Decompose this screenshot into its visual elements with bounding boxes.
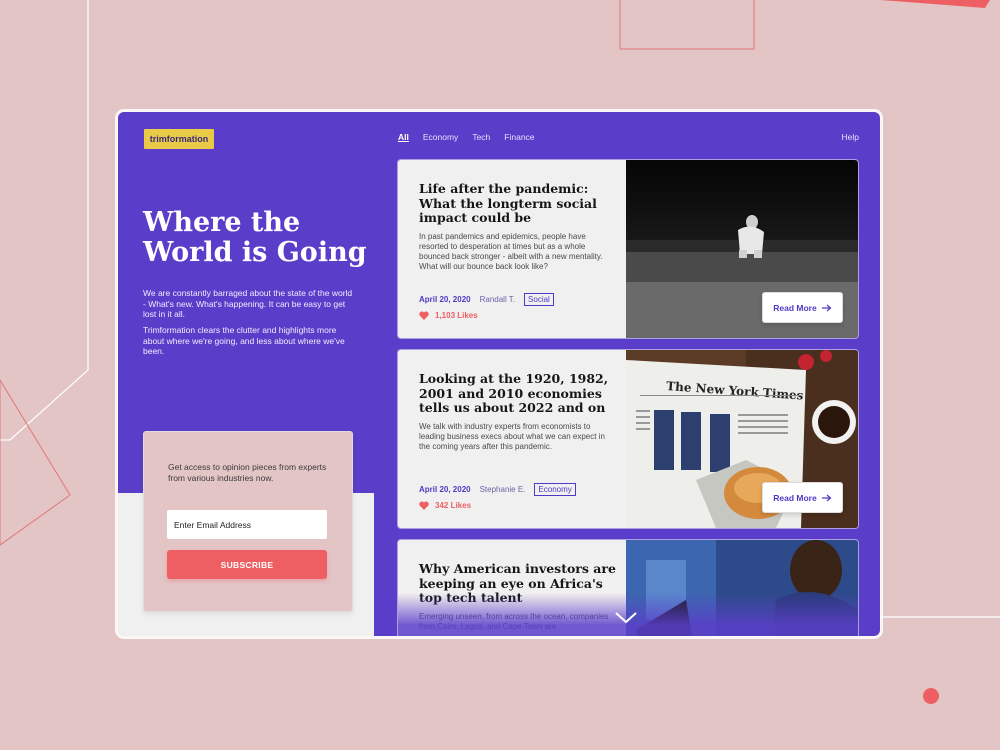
article-tag[interactable]: Economy (534, 483, 576, 496)
article-meta: April 20, 2020 Randall T. Social (419, 293, 554, 306)
article-date: April 20, 2020 (419, 485, 471, 494)
article-summary: Emerging unseen, from across the ocean, … (419, 611, 609, 631)
subscribe-text: Get access to opinion pieces from expert… (168, 462, 327, 483)
article-title[interactable]: Life after the pandemic: What the longte… (419, 181, 619, 226)
article-card[interactable]: Looking at the 1920, 1982, 2001 and 2010… (398, 350, 858, 528)
hero-paragraph-1: We are constantly barraged about the sta… (143, 288, 353, 319)
article-text: Life after the pandemic: What the longte… (419, 181, 619, 272)
hero-panel: trimformation Where the World is Going W… (118, 112, 374, 636)
arrow-right-icon (821, 304, 832, 311)
heart-icon (419, 311, 429, 320)
subscribe-button[interactable]: SUBSCRIBE (167, 550, 327, 579)
tab-all[interactable]: All (398, 132, 409, 142)
article-title[interactable]: Looking at the 1920, 1982, 2001 and 2010… (419, 371, 619, 416)
article-card[interactable]: Life after the pandemic: What the longte… (398, 160, 858, 338)
likes-count: 342 Likes (435, 501, 472, 510)
tab-tech[interactable]: Tech (472, 132, 490, 142)
brand-logo[interactable]: trimformation (144, 129, 214, 149)
arrow-right-icon (821, 494, 832, 501)
category-nav: All Economy Tech Finance (398, 132, 535, 142)
chevron-down-icon[interactable] (614, 611, 638, 625)
subscribe-card: Get access to opinion pieces from expert… (143, 431, 353, 612)
read-more-button[interactable]: Read More (762, 292, 843, 323)
email-field[interactable] (167, 510, 327, 539)
hero-paragraph-2: Trimformation clears the clutter and hig… (143, 325, 345, 356)
article-likes[interactable]: 342 Likes (419, 501, 471, 510)
tab-economy[interactable]: Economy (423, 132, 458, 142)
article-date: April 20, 2020 (419, 295, 471, 304)
article-text: Looking at the 1920, 1982, 2001 and 2010… (419, 371, 619, 452)
article-tag[interactable]: Social (524, 293, 554, 306)
article-text: Why American investors are keeping an ey… (419, 561, 619, 632)
tab-finance[interactable]: Finance (504, 132, 534, 142)
article-meta: April 20, 2020 Stephanie E. Economy (419, 483, 576, 496)
read-more-label: Read More (773, 302, 817, 313)
article-summary: We talk with industry experts from econo… (419, 421, 605, 451)
app-window: trimformation Where the World is Going W… (118, 112, 880, 636)
article-likes[interactable]: 1,103 Likes (419, 311, 478, 320)
heart-icon (419, 501, 429, 510)
hero-title: Where the World is Going (143, 207, 367, 268)
likes-count: 1,103 Likes (435, 311, 478, 320)
help-link[interactable]: Help (842, 132, 859, 142)
article-author[interactable]: Randall T. (480, 295, 515, 304)
article-summary: In past pandemics and epidemics, people … (419, 231, 603, 271)
read-more-button[interactable]: Read More (762, 482, 843, 513)
article-title[interactable]: Why American investors are keeping an ey… (419, 561, 619, 606)
article-image (626, 540, 858, 636)
articles-panel: All Economy Tech Finance Help Life after… (374, 112, 880, 636)
article-author[interactable]: Stephanie E. (480, 485, 526, 494)
read-more-label: Read More (773, 492, 817, 503)
